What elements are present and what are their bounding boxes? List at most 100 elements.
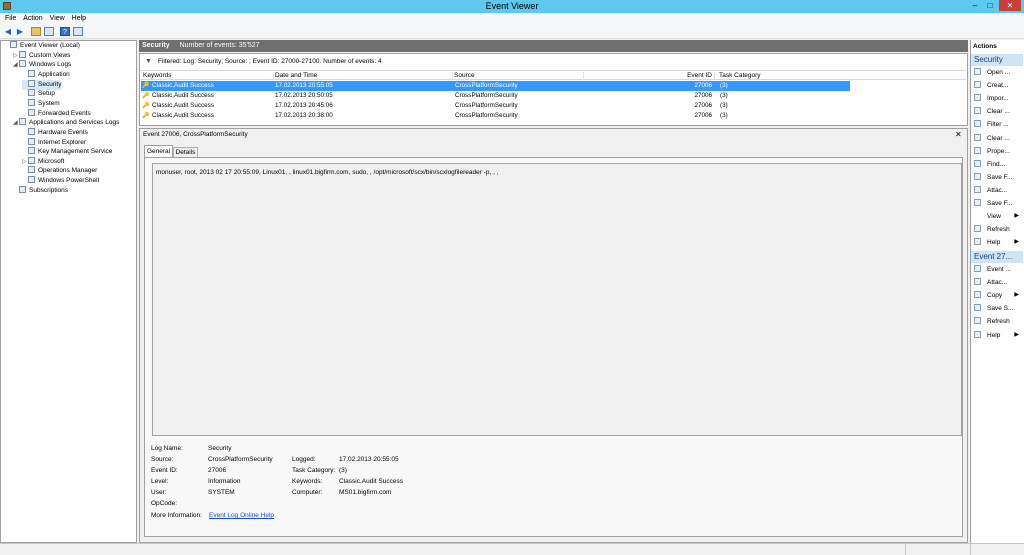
detail-title: Event 27006, CrossPlatformSecurity — [143, 131, 248, 138]
action-label: Save F... — [987, 200, 1013, 207]
tree-item-label: Hardware Events — [38, 128, 88, 136]
action-save-f[interactable]: Save F... — [974, 172, 1022, 183]
cell-keywords: Classic,Audit Success — [152, 112, 214, 119]
menu-file[interactable]: File — [5, 13, 16, 24]
action-attac[interactable]: Attac... — [974, 185, 1022, 196]
action-label: Clear ... — [987, 108, 1010, 116]
attach-icon — [974, 185, 981, 193]
tree-item-label: Subscriptions — [29, 186, 69, 194]
action-copy[interactable]: Copy ▶ — [974, 290, 1022, 301]
action-open[interactable]: Open ... — [974, 67, 1022, 78]
log-icon — [28, 108, 35, 116]
tree-item-label: Event Viewer (Local) — [20, 42, 80, 49]
action-filter[interactable]: Filter ... — [974, 119, 1022, 130]
action-clear[interactable]: Clear ... — [974, 133, 1022, 144]
cell-task: (3) — [720, 92, 728, 99]
log-icon — [19, 60, 26, 68]
action-creat[interactable]: Creat... — [974, 80, 1022, 91]
tree-item-hardware-events[interactable]: Hardware Events — [22, 127, 88, 138]
column-task-category[interactable]: Task Category — [719, 72, 849, 80]
tree-item-internet-explorer[interactable]: Internet Explorer — [22, 137, 86, 148]
tree-item-event-viewer-local-[interactable]: Event Viewer (Local) — [4, 41, 80, 51]
cell-id: 27006 — [694, 92, 712, 99]
table-row[interactable]: 🔑 Classic,Audit Success 17.02.2013 20:55:0… — [141, 81, 850, 91]
menu-action[interactable]: Action — [23, 13, 42, 24]
clear-icon — [974, 107, 981, 115]
action-refresh[interactable]: Refresh — [974, 224, 1022, 235]
action-save-f[interactable]: Save F... — [974, 198, 1022, 209]
maximize-button[interactable]: □ — [983, 0, 997, 11]
label-keywords: Keywords: — [292, 478, 323, 485]
tree-item-forwarded-events[interactable]: Forwarded Events — [22, 108, 91, 119]
copy-icon — [974, 291, 981, 299]
tree-item-subscriptions[interactable]: Subscriptions — [13, 185, 69, 196]
action-help[interactable]: Help ▶ — [974, 237, 1022, 248]
column-date-time[interactable]: Date and Time — [275, 72, 453, 80]
table-row[interactable]: 🔑 Classic,Audit Success 17.02.2013 20:45:0… — [141, 101, 850, 111]
find-icon — [974, 159, 981, 167]
label-task-category: Task Category: — [292, 467, 336, 474]
log-icon — [28, 156, 35, 164]
action-save-s[interactable]: Save S... — [974, 303, 1022, 314]
event-log-online-help-link[interactable]: Event Log Online Help — [209, 512, 274, 519]
tree-item-custom-views[interactable]: ▷ Custom Views — [13, 50, 70, 61]
tree-item-security[interactable]: Security — [22, 79, 62, 90]
tree-item-setup[interactable]: Setup — [22, 89, 55, 99]
show-hide-tree-icon[interactable] — [44, 27, 54, 36]
log-icon — [10, 41, 17, 48]
tab-details[interactable]: Details — [173, 147, 198, 157]
tree-item-label: Forwarded Events — [38, 109, 91, 117]
forward-arrow-icon[interactable]: ▶ — [15, 27, 25, 36]
column-keywords[interactable]: Keywords — [143, 72, 274, 80]
close-button[interactable]: ✕ — [999, 0, 1021, 11]
action-label: Impor... — [987, 95, 1009, 103]
label-log-name: Log Name: — [151, 445, 183, 452]
value-source: CrossPlatformSecurity — [208, 456, 273, 463]
tree-item-windows-powershell[interactable]: Windows PowerShell — [22, 176, 99, 186]
action-impor[interactable]: Impor... — [974, 93, 1022, 104]
back-arrow-icon[interactable]: ◀ — [3, 27, 13, 36]
actions-section-event[interactable]: Event 27... — [971, 251, 1023, 263]
action-help[interactable]: Help ▶ — [974, 330, 1022, 341]
folder-up-icon[interactable] — [31, 27, 41, 36]
import-icon — [974, 94, 981, 102]
cell-id: 27006 — [694, 102, 712, 109]
tree-item-label: System — [38, 99, 60, 107]
table-row[interactable]: 🔑 Classic,Audit Success 17.02.2013 20:38:0… — [141, 111, 850, 121]
label-more-information: More Information: — [151, 512, 202, 519]
tree-item-operations-manager[interactable]: Operations Manager — [22, 166, 97, 176]
label-user: User: — [151, 489, 167, 496]
action-attac[interactable]: Attac... — [974, 277, 1022, 288]
tree-item-applications-and-services-logs[interactable]: ◢ Applications and Services Logs — [13, 118, 119, 128]
event-message-box[interactable] — [152, 163, 962, 436]
action-clear[interactable]: Clear ... — [974, 106, 1022, 117]
action-refresh[interactable]: Refresh — [974, 316, 1022, 327]
action-find[interactable]: Find... — [974, 159, 1022, 170]
table-row[interactable]: 🔑 Classic,Audit Success 17.02.2013 20:50:0… — [141, 91, 850, 101]
tree-item-windows-logs[interactable]: ◢ Windows Logs — [13, 60, 71, 70]
log-header: Security Number of events: 35'527 — [139, 40, 968, 52]
tree-item-system[interactable]: System — [22, 98, 60, 109]
menu-view[interactable]: View — [50, 13, 65, 24]
submenu-arrow-icon: ▶ — [1014, 239, 1019, 246]
show-hide-action-pane-icon[interactable] — [73, 27, 83, 36]
column-source[interactable]: Source — [454, 72, 584, 80]
tree-item-key-management-service[interactable]: Key Management Service — [22, 147, 112, 157]
filter-icon — [974, 120, 981, 128]
value-computer: MS01.bigfirm.com — [339, 489, 392, 496]
actions-section-security[interactable]: Security — [971, 54, 1023, 66]
action-view[interactable]: View ▶ — [974, 211, 1022, 222]
action-prope[interactable]: Prope... — [974, 146, 1022, 157]
close-icon[interactable]: ✕ — [955, 130, 962, 140]
action-event[interactable]: Event ... — [974, 264, 1022, 275]
menu-help[interactable]: Help — [72, 13, 86, 24]
minimize-button[interactable]: – — [968, 0, 982, 11]
cell-task: (3) — [720, 102, 728, 109]
action-label: Clear ... — [987, 134, 1010, 142]
tab-general[interactable]: General — [144, 145, 173, 157]
tree-item-microsoft[interactable]: ▷ Microsoft — [22, 156, 64, 167]
tree-item-application[interactable]: Application — [22, 69, 70, 80]
help-icon[interactable]: ? — [60, 27, 70, 36]
column-event-id[interactable]: Event ID — [585, 72, 715, 80]
log-icon — [28, 79, 35, 87]
